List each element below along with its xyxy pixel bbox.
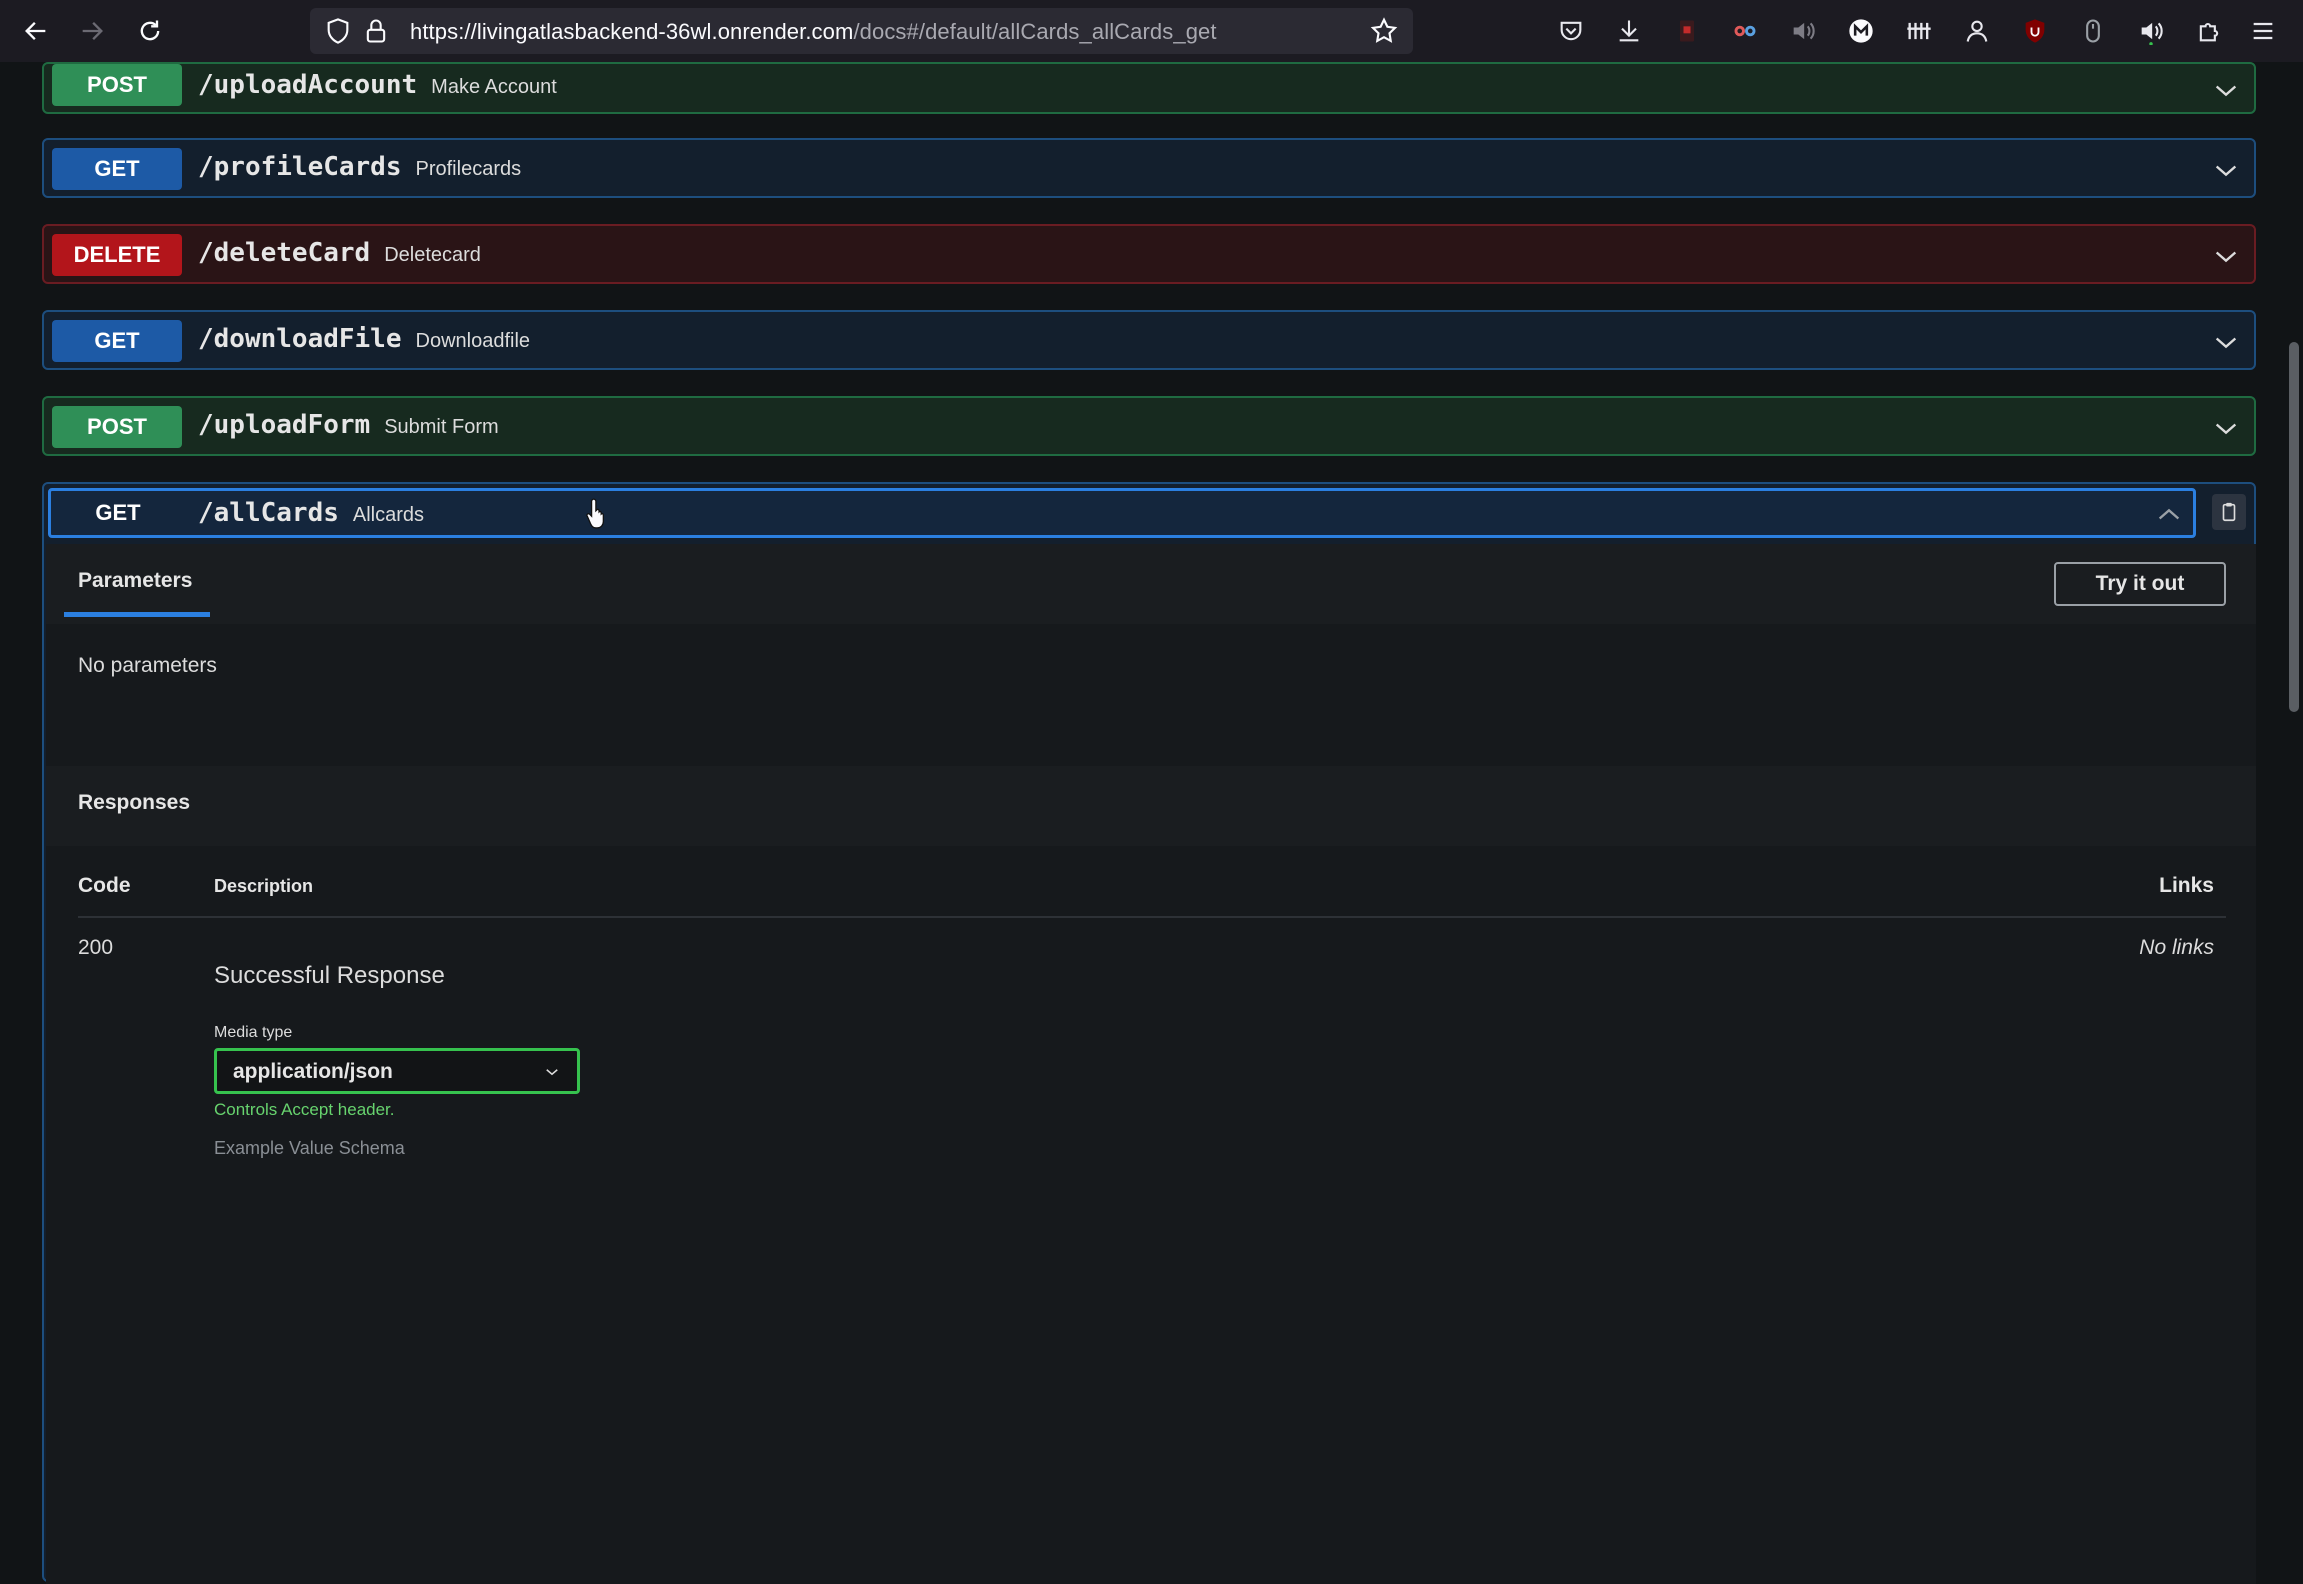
- parameters-header: Parameters Try it out: [46, 544, 2256, 624]
- clipboard-icon: [2222, 502, 2236, 522]
- url-host: https://livingatlasbackend-36wl.onrender…: [410, 19, 854, 44]
- user-ghost-icon[interactable]: [1960, 14, 1994, 48]
- operation-path: /profileCards Profilecards: [198, 152, 522, 182]
- chevron-down-icon[interactable]: [2212, 414, 2240, 442]
- reload-button[interactable]: [130, 12, 170, 50]
- operation-summary: Make Account: [431, 76, 557, 98]
- method-badge: DELETE: [52, 234, 182, 276]
- accept-header-hint: Controls Accept header.: [214, 1100, 395, 1119]
- bookmark-star-icon[interactable]: [1369, 16, 1399, 46]
- media-type-select[interactable]: application/json: [214, 1048, 580, 1094]
- method-badge: GET: [95, 500, 141, 525]
- volume-muted-icon[interactable]: [1786, 14, 1820, 48]
- forward-arrow-icon: [82, 22, 103, 40]
- operation-path: /deleteCard Deletecard: [198, 238, 481, 268]
- operation-download-file[interactable]: GET /downloadFile Downloadfile: [42, 310, 2256, 370]
- operation-summary: Profilecards: [415, 158, 522, 180]
- copy-button[interactable]: [2212, 494, 2246, 530]
- operation-summary: Submit Form: [384, 416, 499, 438]
- pdf-icon[interactable]: [1670, 14, 1704, 48]
- url-bar[interactable]: https://livingatlasbackend-36wl.onrender…: [310, 8, 1413, 54]
- col-description: Description: [214, 876, 314, 896]
- col-links: Links: [2159, 874, 2214, 897]
- operation-delete-card[interactable]: DELETE /deleteCard Deletecard: [42, 224, 2256, 284]
- m-icon[interactable]: [1844, 14, 1878, 48]
- response-code: 200: [78, 936, 114, 959]
- method-badge: POST: [52, 406, 182, 448]
- response-description: Successful Response: [214, 962, 445, 989]
- menu-icon[interactable]: [2246, 14, 2280, 48]
- swagger-page: POST /uploadAccount Make Account GET /pro…: [0, 62, 2303, 1584]
- hand-cursor-icon: [586, 498, 604, 529]
- operation-all-cards: GET /allCards Allcards Parameters Try it …: [42, 482, 2256, 1584]
- forward-button[interactable]: [72, 12, 112, 50]
- table-divider: [78, 916, 2226, 918]
- mouse-icon[interactable]: [2076, 14, 2110, 48]
- operation-path: /downloadFile Downloadfile: [198, 324, 531, 354]
- response-links: No links: [2139, 936, 2214, 959]
- method-badge: GET: [52, 320, 182, 362]
- operation-upload-account[interactable]: POST /uploadAccount Make Account: [42, 62, 2256, 114]
- pocket-icon[interactable]: [1554, 14, 1588, 48]
- url-text[interactable]: https://livingatlasbackend-36wl.onrender…: [410, 19, 1217, 45]
- media-type-label: Media type: [214, 1024, 293, 1041]
- tab-parameters[interactable]: Parameters: [78, 569, 192, 593]
- chevron-down-icon[interactable]: [2212, 76, 2240, 104]
- operation-summary: Downloadfile: [415, 330, 531, 352]
- shield-icon[interactable]: [324, 17, 352, 45]
- tab-underline: [64, 612, 210, 617]
- puzzle-icon[interactable]: [2192, 14, 2226, 48]
- operation-path: /uploadForm Submit Form: [198, 410, 499, 440]
- bars-icon[interactable]: [1902, 14, 1936, 48]
- operation-path: /uploadAccount Make Account: [198, 70, 557, 100]
- chevron-down-icon: [546, 1069, 558, 1076]
- media-type-value: application/json: [233, 1060, 393, 1083]
- no-parameters-text: No parameters: [78, 654, 217, 677]
- try-it-out-button[interactable]: Try it out: [2054, 562, 2226, 606]
- chevron-down-icon[interactable]: [2212, 156, 2240, 184]
- chevron-up-icon[interactable]: [2155, 501, 2183, 529]
- chevron-down-icon[interactable]: [2212, 328, 2240, 356]
- responses-header: Responses: [46, 766, 2256, 846]
- col-code: Code: [78, 874, 131, 897]
- method-badge: POST: [52, 64, 182, 106]
- back-button[interactable]: [16, 12, 56, 50]
- responses-title: Responses: [78, 791, 191, 814]
- page-scrollbar[interactable]: [2289, 342, 2299, 712]
- back-arrow-icon: [25, 22, 46, 40]
- ublock-icon[interactable]: [2018, 14, 2052, 48]
- url-path: /docs#/default/allCards_allCards_get: [853, 19, 1217, 44]
- operation-summary: Allcards: [352, 504, 425, 526]
- method-badge: GET: [52, 148, 182, 190]
- operation-profile-cards[interactable]: GET /profileCards Profilecards: [42, 138, 2256, 198]
- operation-summary: Deletecard: [384, 244, 481, 266]
- download-icon[interactable]: [1612, 14, 1646, 48]
- operation-upload-form[interactable]: POST /uploadForm Submit Form: [42, 396, 2256, 456]
- lock-icon[interactable]: [362, 17, 390, 45]
- chevron-down-icon[interactable]: [2212, 242, 2240, 270]
- browser-toolbar: https://livingatlasbackend-36wl.onrender…: [0, 0, 2303, 62]
- operation-path: /allCards Allcards: [198, 498, 425, 528]
- operation-body: Parameters Try it out No parameters Resp…: [46, 544, 2256, 1584]
- example-value-tabs[interactable]: Example Value Schema: [214, 1138, 405, 1159]
- speaker-icon[interactable]: [2134, 14, 2168, 48]
- reload-icon: [140, 20, 160, 41]
- eyes-icon[interactable]: [1728, 14, 1762, 48]
- operation-header[interactable]: GET /allCards Allcards: [48, 488, 2196, 538]
